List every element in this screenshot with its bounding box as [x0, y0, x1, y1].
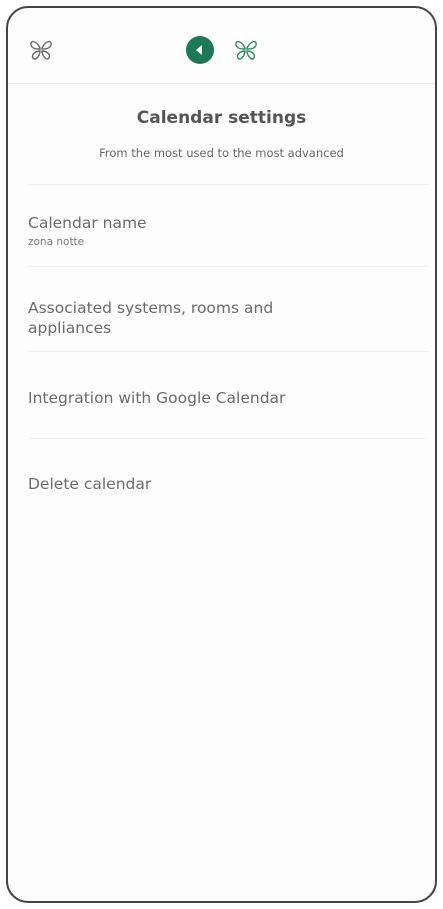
associated-systems-label: Associated systems, rooms and appliances [28, 299, 274, 337]
delete-calendar-label: Delete calendar [28, 475, 152, 493]
back-button[interactable] [186, 36, 214, 64]
page-header: Calendar settings From the most used to … [8, 108, 435, 160]
delete-calendar-item[interactable]: Delete calendar [28, 474, 425, 494]
calendar-name-item[interactable]: Calendar name zona notte [28, 213, 425, 250]
associated-systems-item[interactable]: Associated systems, rooms and appliances [28, 298, 328, 338]
phone-frame: Calendar settings From the most used to … [6, 6, 437, 903]
divider [28, 184, 429, 185]
calendar-name-value: zona notte [28, 236, 85, 248]
page-title: Calendar settings [136, 108, 307, 128]
top-bar [8, 8, 435, 84]
page-subtitle: From the most used to the most advanced [99, 146, 344, 160]
butterfly-logo-icon [28, 38, 54, 62]
back-arrow-icon [196, 45, 202, 55]
divider [28, 266, 429, 267]
divider [28, 438, 429, 439]
divider [28, 351, 429, 352]
google-calendar-label: Integration with Google Calendar [28, 389, 286, 407]
google-calendar-item[interactable]: Integration with Google Calendar [28, 388, 425, 408]
butterfly-logo-icon [233, 38, 259, 62]
calendar-name-label: Calendar name [28, 214, 147, 232]
